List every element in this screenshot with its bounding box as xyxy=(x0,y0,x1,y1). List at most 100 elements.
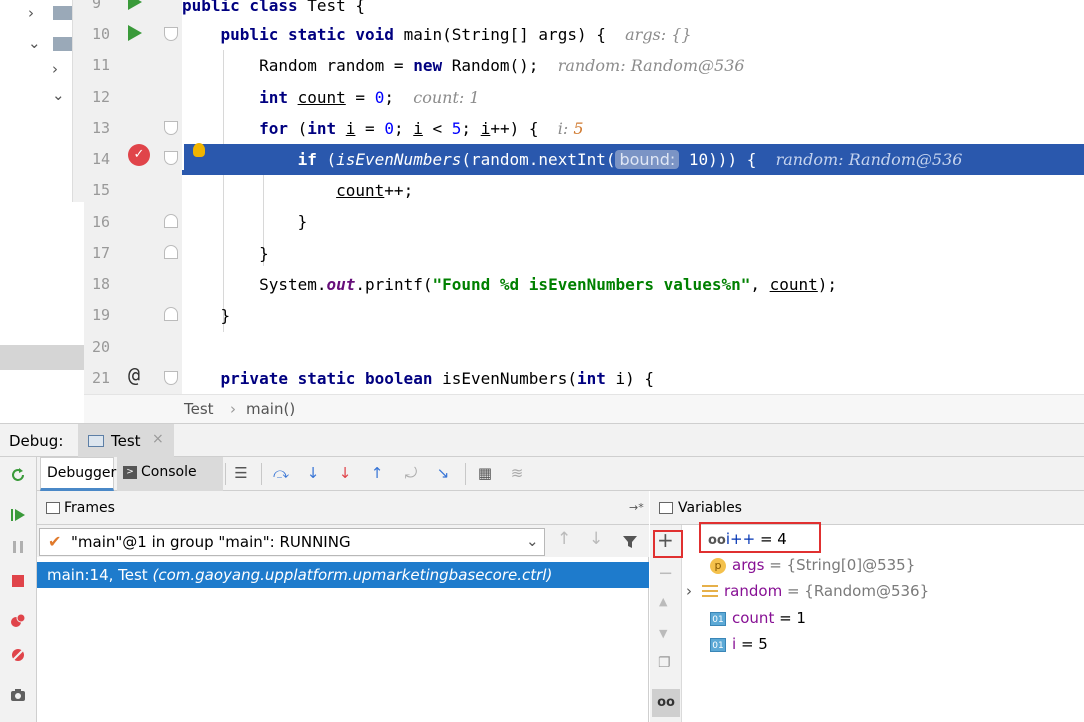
code-editor[interactable]: public class Test { public static void m… xyxy=(182,0,1084,394)
code-token: public class xyxy=(182,0,308,15)
mute-breakpoints-icon[interactable] xyxy=(10,647,26,663)
fold-marker-icon[interactable] xyxy=(164,151,178,165)
frames-icon xyxy=(46,502,60,514)
code-token: ++; xyxy=(384,181,414,200)
variable-row-i[interactable]: 01 i = 5 xyxy=(710,631,768,657)
code-line-14-current[interactable]: if (isEvenNumbers(random.nextInt(bound: … xyxy=(182,144,1084,175)
fold-marker-icon[interactable] xyxy=(164,214,178,228)
inline-debug-name: i: xyxy=(557,119,574,138)
code-line-12[interactable]: int count = 0; count: 1 xyxy=(182,82,1084,113)
tree-collapse-arrow[interactable]: ⌄ xyxy=(52,86,65,104)
code-token: ; xyxy=(384,88,394,107)
code-line-19[interactable]: } xyxy=(182,300,1084,331)
breadcrumb-separator: › xyxy=(230,400,236,418)
variable-row-count[interactable]: 01 count = 1 xyxy=(710,605,806,631)
rerun-icon[interactable] xyxy=(10,467,26,483)
breadcrumb-method[interactable]: main() xyxy=(246,395,295,424)
variables-pane: Variables + − ▲ ▼ ❐ oo ooi++ = 4 p args =… xyxy=(650,491,1084,722)
variable-row-args[interactable]: p args = {String[0]@535} xyxy=(710,552,915,578)
fold-marker-icon[interactable] xyxy=(164,371,178,385)
thread-dropdown[interactable]: ✔ "main"@1 in group "main": RUNNING ⌄ xyxy=(39,528,545,556)
code-token: (random.nextInt( xyxy=(461,150,616,169)
code-token: , xyxy=(750,275,770,294)
line-number: 12 xyxy=(92,88,111,106)
filter-icon[interactable] xyxy=(622,534,638,550)
drop-frame-icon[interactable]: ⤾ xyxy=(401,463,421,483)
fold-marker-icon[interactable] xyxy=(164,307,178,321)
previous-frame-icon[interactable]: ↑ xyxy=(557,529,571,549)
code-token: System. xyxy=(259,275,327,294)
text-caret xyxy=(182,144,184,170)
code-line-15[interactable]: count++; xyxy=(182,175,1084,206)
code-line-9[interactable]: public class Test { xyxy=(182,0,1084,21)
pin-arrow-icon[interactable]: →* xyxy=(629,491,644,525)
trace-icon[interactable]: ≋ xyxy=(507,463,527,483)
lightbulb-icon[interactable] xyxy=(193,143,205,157)
pause-icon[interactable] xyxy=(10,539,26,555)
frames-pane: Frames →* ✔ "main"@1 in group "main": RU… xyxy=(37,491,649,722)
code-token: .printf( xyxy=(355,275,433,294)
force-step-into-icon[interactable]: ↓ xyxy=(335,463,355,483)
code-token: count xyxy=(769,275,818,294)
code-line-13[interactable]: for (int i = 0; i < 5; i++) { i: 5 xyxy=(182,113,1084,144)
debug-tab-bar: Debug: Test × xyxy=(0,423,1084,458)
fold-marker-icon[interactable] xyxy=(164,27,178,41)
move-up-icon[interactable]: ▲ xyxy=(659,595,667,608)
next-frame-icon[interactable]: ↓ xyxy=(589,529,603,549)
breadcrumb-class[interactable]: Test xyxy=(184,395,214,424)
code-token: i xyxy=(480,119,491,138)
breakpoint-icon[interactable]: ✓ xyxy=(128,144,150,166)
code-line-11[interactable]: Random random = new Random(); random: Ra… xyxy=(182,50,1084,81)
tab-debugger[interactable]: Debugger xyxy=(40,457,116,491)
view-breakpoints-icon[interactable] xyxy=(10,613,26,629)
code-token: private static boolean xyxy=(220,369,443,388)
remove-watch-icon[interactable]: − xyxy=(658,563,673,584)
stop-icon[interactable] xyxy=(10,573,26,589)
step-into-icon[interactable]: ↓ xyxy=(303,463,323,483)
code-token: count xyxy=(297,88,346,107)
console-tab-label: Console xyxy=(141,464,197,480)
code-line-21[interactable]: private static boolean isEvenNumbers(int… xyxy=(182,363,1084,394)
tree-expand-arrow[interactable]: › xyxy=(52,60,58,78)
code-token: < xyxy=(422,119,452,138)
stack-frame-selected[interactable]: main:14, Test (com.gaoyang.upplatform.up… xyxy=(37,562,649,588)
expand-arrow-icon[interactable]: › xyxy=(686,582,692,600)
debug-session-tab[interactable]: Test × xyxy=(78,424,174,458)
run-main-icon[interactable] xyxy=(128,25,142,41)
code-token: isEvenNumbers( xyxy=(442,369,577,388)
line-number: 21 xyxy=(92,369,111,387)
code-token: = xyxy=(345,88,375,107)
evaluate-expression-icon[interactable]: ▦ xyxy=(475,463,495,483)
code-line-17[interactable]: } xyxy=(182,238,1084,269)
code-line-16[interactable]: } xyxy=(182,206,1084,237)
variable-row-random[interactable]: › random = {Random@536} xyxy=(686,578,929,604)
line-number: 9 xyxy=(92,0,102,12)
line-number: 19 xyxy=(92,306,111,324)
run-class-icon[interactable] xyxy=(128,0,142,10)
fold-marker-icon[interactable] xyxy=(164,121,178,135)
code-line-18[interactable]: System.out.printf("Found %d isEvenNumber… xyxy=(182,269,1084,300)
step-over-icon[interactable]: ⤼ xyxy=(271,463,291,483)
annotation-at-icon[interactable]: @ xyxy=(128,363,140,387)
code-token: Test { xyxy=(307,0,366,15)
camera-icon[interactable] xyxy=(10,687,26,703)
fold-marker-icon[interactable] xyxy=(164,245,178,259)
step-out-icon[interactable]: ↑ xyxy=(367,463,387,483)
move-down-icon[interactable]: ▼ xyxy=(659,627,667,640)
inline-debug-value: args: {} xyxy=(625,25,692,44)
debug-label: Debug: xyxy=(9,432,64,450)
code-token: int xyxy=(307,119,337,138)
tree-collapse-arrow[interactable]: ⌄ xyxy=(28,34,41,52)
duplicate-watch-icon[interactable]: ❐ xyxy=(658,655,671,671)
project-selection-row[interactable] xyxy=(0,345,84,370)
tab-console[interactable]: >Console →* xyxy=(117,457,223,509)
watches-toggle-icon[interactable]: oo xyxy=(652,689,680,717)
resume-icon[interactable] xyxy=(10,507,26,523)
run-to-cursor-icon[interactable]: ↘ xyxy=(433,463,453,483)
code-line-10[interactable]: public static void main(String[] args) {… xyxy=(182,19,1084,50)
tree-expand-arrow[interactable]: › xyxy=(28,4,34,22)
close-tab-icon[interactable]: × xyxy=(152,431,164,447)
layout-menu-icon[interactable]: ☰ xyxy=(231,463,251,483)
code-token: 0 xyxy=(374,88,385,107)
code-token: } xyxy=(220,306,231,325)
